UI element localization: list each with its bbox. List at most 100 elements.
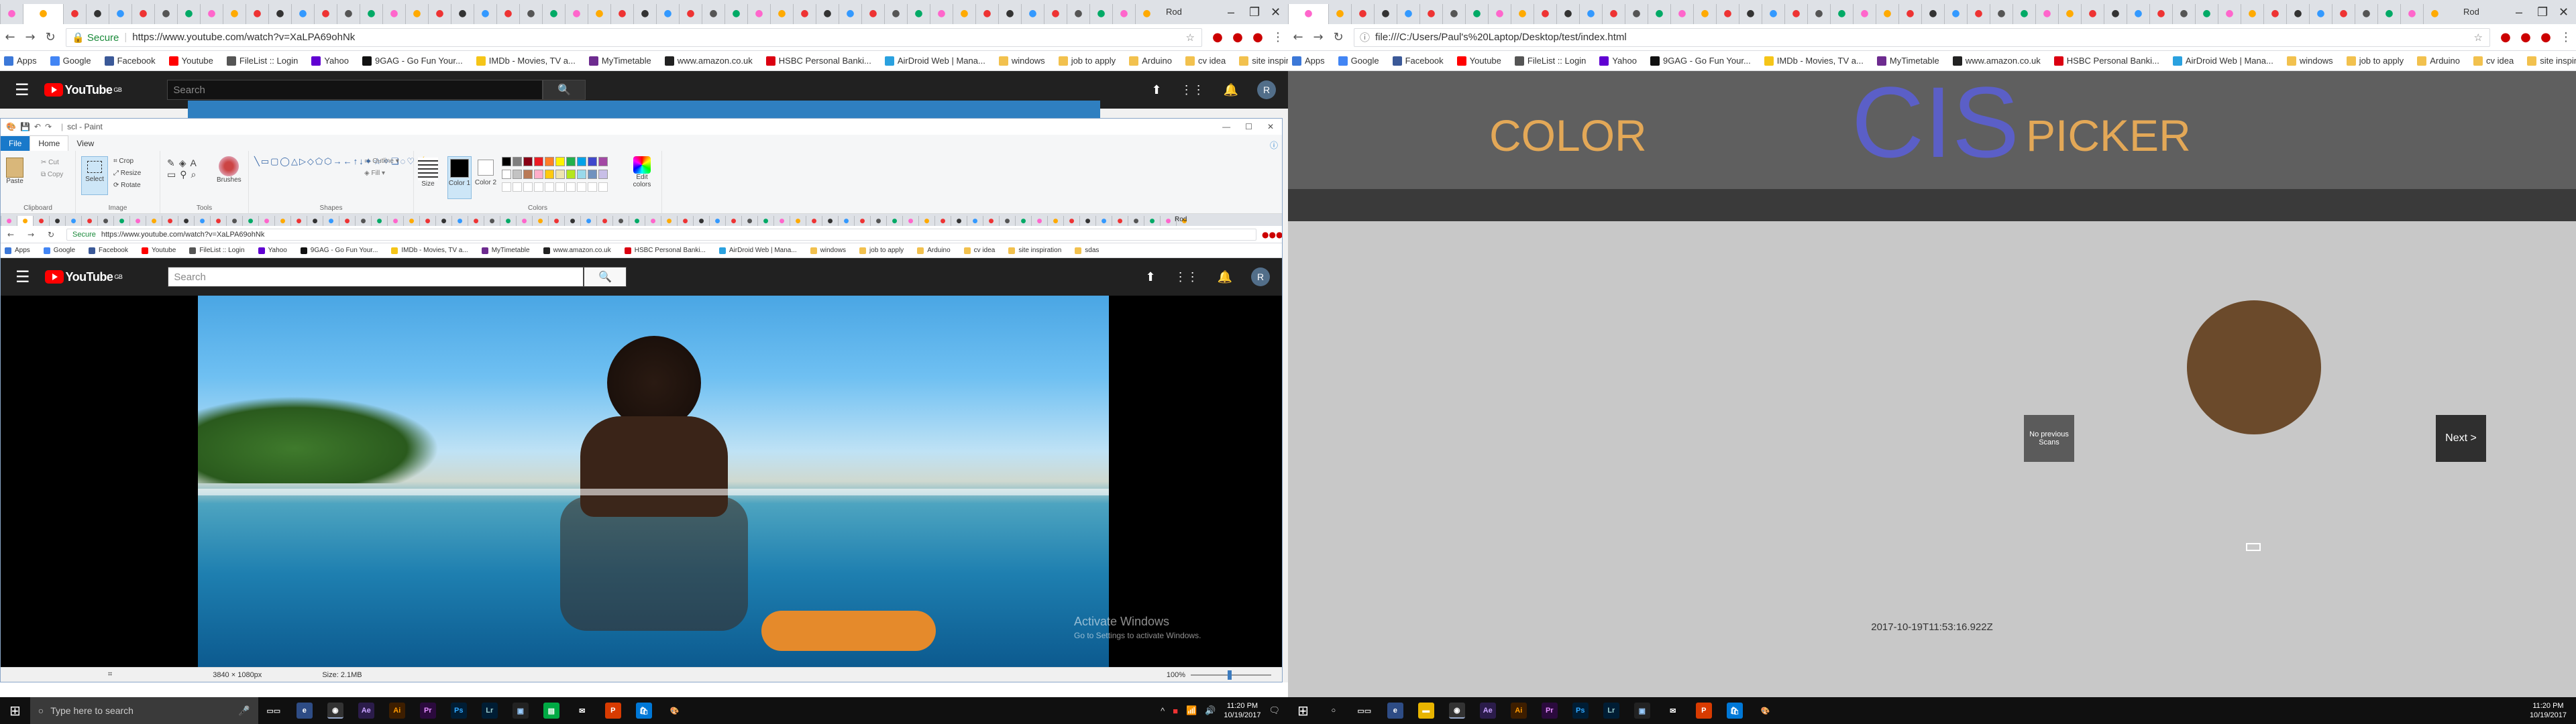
size-button[interactable]: Size	[418, 158, 438, 188]
zoom-slider[interactable]	[1191, 670, 1271, 680]
browser-tab[interactable]: ●	[1047, 216, 1063, 226]
edit-colors-button[interactable]: Edit colors	[627, 156, 657, 188]
menu-icon[interactable]: ⋮	[2556, 30, 2576, 44]
browser-tab[interactable]: ●	[1374, 4, 1397, 24]
forward-icon[interactable]: →	[1308, 30, 1328, 44]
browser-tab[interactable]: ●	[1351, 4, 1374, 24]
browser-tab[interactable]: ●	[387, 216, 403, 226]
browser-tab[interactable]: ●	[2035, 4, 2058, 24]
browser-tab[interactable]: ●	[661, 216, 677, 226]
right-taskbar-clock[interactable]: 11:20 PM 10/19/2017	[2530, 701, 2567, 720]
browser-tab[interactable]: ●	[337, 4, 360, 24]
bookmark-item[interactable]: job to apply	[2346, 56, 2404, 66]
bookmark-star-icon[interactable]: ☆	[2474, 32, 2483, 44]
crop-button[interactable]: ⌗ Crop	[113, 158, 133, 165]
browser-tab[interactable]: ●	[1031, 216, 1047, 226]
browser-tab[interactable]: ●	[1015, 216, 1031, 226]
tab-home[interactable]: Home	[30, 135, 69, 151]
browser-tab[interactable]: ●	[307, 216, 323, 226]
illustrator-icon[interactable]: Ai	[1510, 703, 1527, 719]
browser-tab[interactable]: ●	[633, 4, 656, 24]
browser-tab[interactable]: ●	[17, 216, 33, 226]
notifications-icon[interactable]: 🗨	[1269, 705, 1280, 716]
palette-swatch[interactable]	[566, 170, 576, 179]
browser-tab[interactable]: ●	[154, 4, 177, 24]
browser-tab[interactable]: ●	[773, 216, 790, 226]
browser-tab[interactable]: ●	[790, 216, 806, 226]
store-icon[interactable]: 🛍	[635, 703, 652, 719]
palette-swatch[interactable]	[588, 170, 597, 179]
browser-tab[interactable]: ●	[2127, 4, 2149, 24]
premiere-icon[interactable]: Pr	[1541, 703, 1558, 719]
right-close-icon[interactable]: ✕	[2559, 0, 2569, 24]
browser-tab[interactable]: ●	[1830, 4, 1853, 24]
browser-tab[interactable]: ●	[435, 216, 451, 226]
previous-scans-button[interactable]: No previous Scans	[2024, 415, 2074, 462]
custom-color-slot[interactable]	[523, 182, 533, 192]
lightroom-icon[interactable]: Lr	[481, 703, 498, 719]
browser-tab[interactable]: ●	[822, 216, 838, 226]
browser-tab[interactable]: ●	[339, 216, 355, 226]
avatar[interactable]: R	[1257, 80, 1276, 99]
custom-color-slot[interactable]	[545, 182, 554, 192]
browser-tab[interactable]: ●	[839, 4, 861, 24]
browser-tab[interactable]: ●	[500, 216, 516, 226]
palette-swatch[interactable]	[523, 157, 533, 166]
browser-tab[interactable]: ●	[360, 4, 382, 24]
video-player[interactable]: Activate Windows Go to Settings to activ…	[1, 296, 1282, 667]
store-icon[interactable]: 🛍	[1726, 703, 1743, 719]
bookmark-item[interactable]: FileList :: Login	[1514, 56, 1586, 66]
color-picker-icon[interactable]: ⚲	[180, 169, 191, 180]
custom-color-slot[interactable]	[598, 182, 608, 192]
eraser-icon[interactable]: ▭	[167, 169, 180, 180]
browser-tab[interactable]: ●	[2263, 4, 2286, 24]
bookmark-item[interactable]: FileList :: Login	[226, 56, 298, 66]
bookmark-item[interactable]: www.amazon.co.uk	[664, 56, 753, 66]
profile-name[interactable]: Rod	[1166, 0, 1182, 24]
fill-dropdown[interactable]: ◈ Fill ▾	[364, 170, 385, 177]
browser-tab[interactable]: ●	[1, 216, 17, 226]
paint-close-icon[interactable]: ✕	[1267, 122, 1274, 131]
browser-tab[interactable]: ●	[210, 216, 226, 226]
browser-tab[interactable]: ●	[0, 4, 23, 24]
browser-tab[interactable]: ●	[194, 216, 210, 226]
color1-button[interactable]: Color 1	[447, 156, 472, 199]
bookmark-item[interactable]: Apps	[1292, 56, 1325, 66]
browser-tab[interactable]: ●	[1089, 4, 1112, 24]
redo-icon[interactable]: ↷	[45, 122, 52, 131]
browser-tab[interactable]: ●	[1135, 4, 1158, 24]
browser-tab[interactable]: ●	[564, 216, 580, 226]
task-view-icon[interactable]: ▭▭	[266, 703, 282, 719]
select-button[interactable]: Select	[81, 156, 108, 195]
browser-tab[interactable]: ●	[1160, 216, 1176, 226]
browser-tab[interactable]: ●	[1144, 216, 1160, 226]
palette-swatch[interactable]	[502, 157, 511, 166]
text-icon[interactable]: A	[191, 158, 201, 168]
browser-tab[interactable]: ●	[793, 4, 816, 24]
browser-tab[interactable]: ●	[1128, 216, 1144, 226]
edge-icon[interactable]: e	[296, 703, 313, 719]
youtube-logo[interactable]: YouTube GB	[44, 83, 122, 97]
browser-tab[interactable]: ●	[1397, 4, 1419, 24]
bookmark-item[interactable]: 9GAG - Go Fun Your...	[1650, 56, 1751, 66]
windows-start-icon[interactable]: ⊞	[1297, 703, 1309, 719]
browser-tab[interactable]: ●	[757, 216, 773, 226]
palette-swatch[interactable]	[555, 170, 565, 179]
palette-swatch[interactable]	[555, 157, 565, 166]
browser-tab[interactable]: ●	[382, 4, 405, 24]
bookmark-item[interactable]: Google	[50, 56, 91, 66]
magnifier-icon[interactable]: ⌕	[191, 169, 201, 180]
browser-tab[interactable]: ●	[2104, 4, 2127, 24]
browser-tab[interactable]: ●	[1670, 4, 1693, 24]
cortana-icon[interactable]: ○	[1326, 703, 1342, 719]
custom-color-slot[interactable]	[502, 182, 511, 192]
browser-tab[interactable]: ●	[451, 216, 468, 226]
browser-tab[interactable]: ●	[419, 216, 435, 226]
browser-tab[interactable]: ●	[516, 216, 532, 226]
custom-color-slot[interactable]	[566, 182, 576, 192]
browser-tab[interactable]: ●	[1579, 4, 1602, 24]
bookmark-item[interactable]: cv idea	[1185, 56, 1226, 66]
bookmark-item[interactable]: Apps	[4, 56, 37, 66]
restore-icon[interactable]: ❐	[1249, 0, 1260, 24]
browser-tab[interactable]: ●	[33, 216, 49, 226]
